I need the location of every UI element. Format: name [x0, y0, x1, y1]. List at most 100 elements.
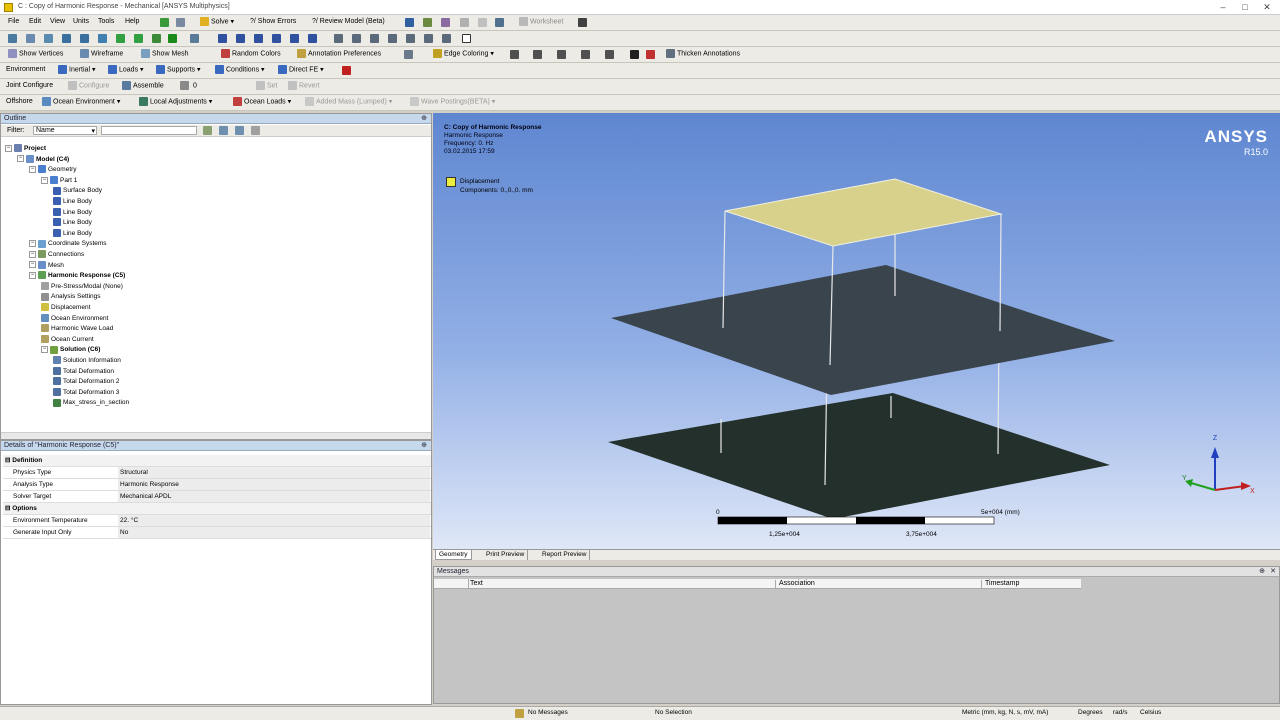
tree-node[interactable]: Pre-Stress/Modal (None)	[41, 282, 123, 292]
front-view-icon[interactable]	[406, 34, 415, 43]
zoom-icon[interactable]	[254, 34, 263, 43]
tree-node[interactable]: Line Body	[53, 218, 92, 228]
random-colors-button[interactable]: Random Colors	[221, 49, 281, 59]
messages-status-icon[interactable]	[515, 709, 524, 718]
edge-style-6-icon[interactable]	[630, 50, 639, 59]
vertex-select-icon[interactable]	[26, 34, 35, 43]
messages-col-icon[interactable]	[434, 579, 469, 589]
tree-node[interactable]: Harmonic Wave Load	[41, 324, 113, 334]
minimize-button[interactable]: –	[1212, 0, 1234, 14]
edge-coloring-button[interactable]: Edge Coloring ▾	[433, 49, 494, 59]
messages-pin-icon[interactable]: ⊕	[1259, 567, 1265, 576]
tree-node[interactable]: − Mesh	[29, 260, 64, 271]
annotation-preferences-button[interactable]: Annotation Preferences	[297, 49, 381, 59]
zoom-fit-icon[interactable]	[290, 34, 299, 43]
layout-icon[interactable]	[462, 34, 471, 43]
edge-style-5-icon[interactable]	[605, 50, 614, 59]
supports-button[interactable]: Supports ▾	[156, 65, 201, 75]
expand-toggle-icon[interactable]: −	[29, 165, 36, 173]
tree-node[interactable]: Line Body	[53, 229, 92, 239]
details-value[interactable]: Mechanical APDL	[118, 491, 430, 502]
tree-node[interactable]: Total Deformation	[53, 366, 114, 377]
menu-file[interactable]: File	[8, 17, 19, 27]
status-units[interactable]: Metric (mm, kg, N, s, mV, mA)	[962, 709, 1048, 716]
tab-print-preview[interactable]: Print Preview	[483, 550, 529, 560]
filter-search-icon[interactable]	[203, 126, 212, 135]
body-select-icon[interactable]	[80, 34, 89, 43]
expand-toggle-icon[interactable]: −	[41, 176, 48, 184]
menu-help[interactable]: Help	[125, 17, 139, 27]
details-value[interactable]: No	[118, 527, 430, 538]
commands-icon[interactable]	[342, 66, 351, 75]
details-value[interactable]: Structural	[118, 467, 430, 478]
expand-toggle-icon[interactable]: −	[41, 346, 48, 354]
status-temperature[interactable]: Celsius	[1140, 709, 1161, 716]
solve-button[interactable]: Solve ▾	[200, 17, 234, 27]
details-row[interactable]: Analysis Type Harmonic Response	[3, 479, 431, 491]
tree-node[interactable]: − Connections	[29, 250, 84, 260]
image-icon[interactable]	[441, 18, 450, 27]
tree-node[interactable]: Analysis Settings	[41, 292, 101, 302]
status-messages[interactable]: No Messages	[528, 709, 568, 716]
menu-edit[interactable]: Edit	[29, 17, 41, 27]
iso-view-icon[interactable]	[370, 34, 379, 43]
col-timestamp[interactable]: Timestamp	[985, 580, 1080, 589]
filter-close-icon[interactable]	[251, 126, 260, 135]
tree-node[interactable]: Displacement	[41, 303, 90, 313]
tree-node[interactable]: − Geometry	[29, 165, 77, 175]
details-value[interactable]: Harmonic Response	[118, 479, 430, 490]
menu-tools[interactable]: Tools	[98, 17, 114, 27]
wave-postings-button[interactable]: Wave Postings(BETA) ▾	[410, 97, 495, 107]
show-mesh-button[interactable]: Show Mesh	[141, 49, 189, 59]
face-select-icon[interactable]	[62, 34, 71, 43]
edge-style-3-icon[interactable]	[557, 50, 566, 59]
report-icon[interactable]	[405, 18, 414, 27]
review-model-button[interactable]: ?/ Review Model (Beta)	[312, 17, 385, 27]
tab-report-preview[interactable]: Report Preview	[539, 550, 591, 560]
tree-node[interactable]: − Project	[5, 144, 46, 154]
added-mass-button[interactable]: Added Mass (Lumped) ▾	[305, 97, 392, 107]
tree-node[interactable]: − Solution (C6)	[41, 345, 100, 355]
bottom-deck[interactable]	[608, 393, 1110, 519]
loads-button[interactable]: Loads ▾	[108, 65, 144, 75]
details-row[interactable]: Solver Target Mechanical APDL	[3, 491, 431, 503]
details-value[interactable]: 22. °C	[118, 515, 430, 526]
magnifier-icon[interactable]	[308, 34, 317, 43]
details-row[interactable]: Physics Type Structural	[3, 467, 431, 479]
expand-toggle-icon[interactable]: −	[29, 240, 36, 248]
maximize-button[interactable]: □	[1234, 0, 1256, 14]
top-deck[interactable]	[724, 178, 1003, 247]
assemble-button[interactable]: Assemble	[122, 81, 164, 91]
figure-icon[interactable]	[423, 18, 432, 27]
set-button[interactable]: Set	[256, 81, 278, 91]
tree-node[interactable]: Ocean Current	[41, 335, 94, 345]
tree-node[interactable]: − Coordinate Systems	[29, 239, 107, 249]
expand-all-icon[interactable]	[219, 126, 228, 135]
tab-geometry[interactable]: Geometry	[435, 550, 472, 560]
messages-close-icon[interactable]: ✕	[1270, 567, 1276, 576]
import-icon[interactable]	[176, 18, 185, 27]
previous-view-icon[interactable]	[334, 34, 343, 43]
edge-style-2-icon[interactable]	[533, 50, 542, 59]
show-vertices-button[interactable]: Show Vertices	[8, 49, 63, 59]
col-association[interactable]: Association	[779, 580, 982, 589]
conditions-button[interactable]: Conditions ▾	[215, 65, 265, 75]
element-select-icon[interactable]	[116, 34, 125, 43]
node-select-icon[interactable]	[98, 34, 107, 43]
tree-node[interactable]: Ocean Environment	[41, 313, 108, 324]
new-icon[interactable]	[160, 18, 169, 27]
expand-toggle-icon[interactable]: −	[29, 271, 36, 279]
slice-icon[interactable]	[478, 18, 487, 27]
named-sel-icon[interactable]	[190, 34, 199, 43]
outline-hscroll[interactable]	[1, 432, 431, 439]
col-text[interactable]: Text	[470, 580, 776, 589]
tree-node[interactable]: Total Deformation 3	[53, 388, 119, 398]
right-view-icon[interactable]	[442, 34, 451, 43]
tree-node[interactable]: − Model (C4)	[17, 154, 69, 165]
extend-icon[interactable]	[134, 34, 143, 43]
menu-view[interactable]: View	[50, 17, 65, 27]
body-filter-icon[interactable]	[152, 34, 161, 43]
tree-node[interactable]: Total Deformation 2	[53, 377, 119, 387]
expand-toggle-icon[interactable]: −	[17, 155, 24, 163]
tree-node[interactable]: Surface Body	[53, 186, 102, 196]
